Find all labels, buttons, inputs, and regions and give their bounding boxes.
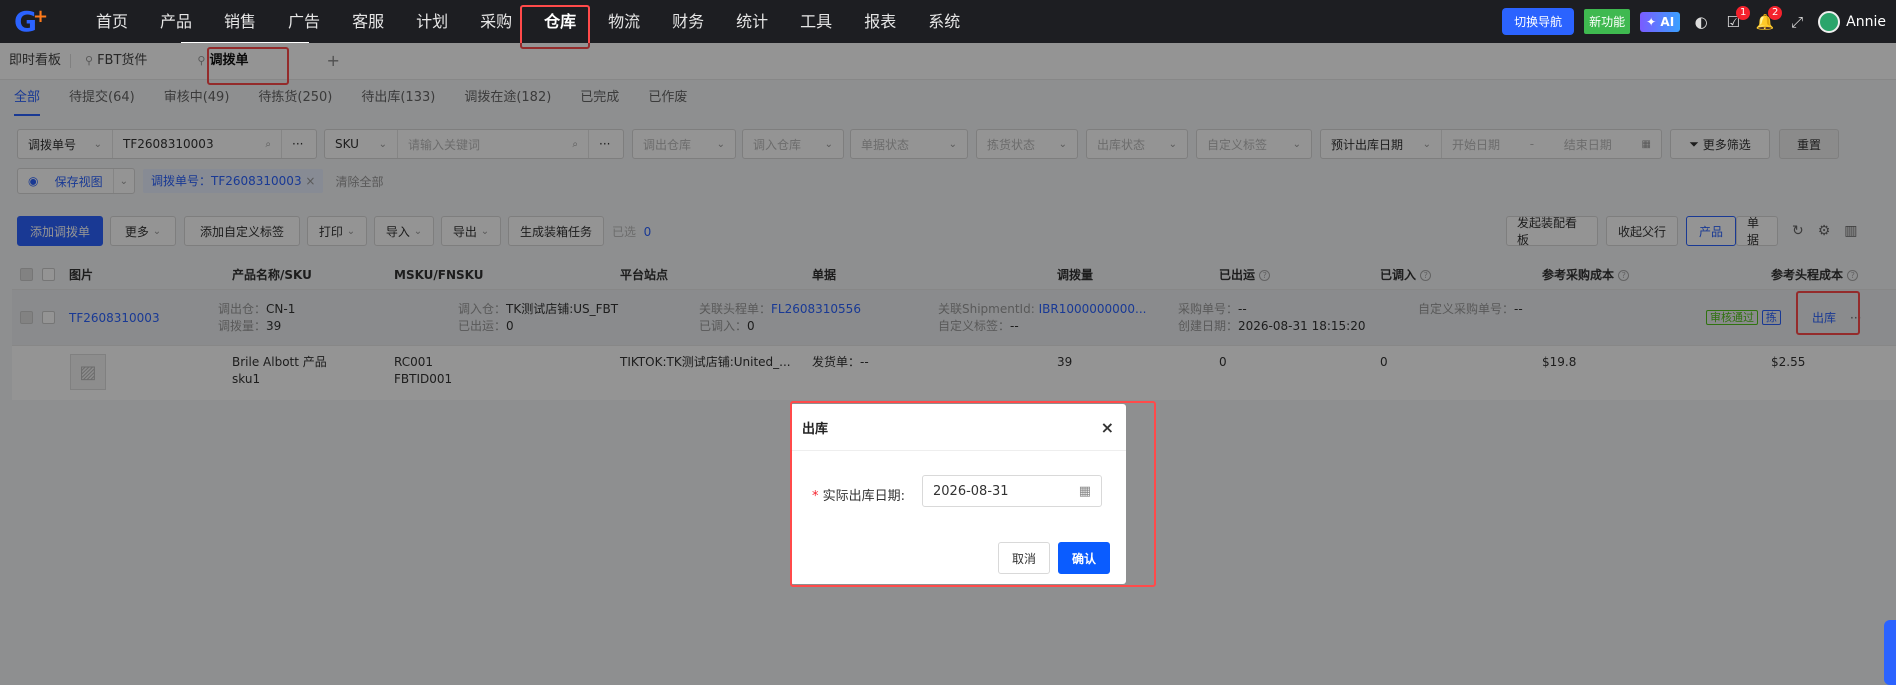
nav-item[interactable]: 工具	[784, 0, 848, 43]
nav-item[interactable]: 采购	[464, 0, 528, 43]
outbound-date-input[interactable]: 2026-08-31 ▦	[922, 475, 1102, 507]
modal-overlay[interactable]	[0, 43, 1896, 685]
nav-item[interactable]: 首页	[80, 0, 144, 43]
confirm-label: 确认	[1071, 551, 1096, 566]
nav-item[interactable]: 广告	[272, 0, 336, 43]
task-badge: 1	[1736, 5, 1751, 20]
outbound-modal: 出库 × * 实际出库日期: 2026-08-31 ▦ 取消 确认	[790, 404, 1126, 584]
nav-item[interactable]: 统计	[720, 0, 784, 43]
logo-plus-icon: +	[32, 6, 49, 27]
new-feature-button[interactable]: 新功能	[1584, 9, 1631, 34]
modal-footer: 取消 确认	[997, 542, 1110, 574]
outbound-date-value: 2026-08-31	[933, 483, 1009, 499]
modal-title: 出库	[802, 421, 829, 437]
user-menu[interactable]: Annie	[1818, 10, 1886, 33]
nav-item[interactable]: 仓库	[528, 0, 592, 43]
calendar-icon: ▦	[1078, 483, 1091, 499]
bell-icon[interactable]: 🔔 2	[1754, 5, 1783, 31]
switch-nav-button[interactable]: 切换导航	[1502, 8, 1575, 35]
logo[interactable]: G +	[0, 0, 62, 43]
nav-item[interactable]: 客服	[336, 0, 400, 43]
ai-button[interactable]: ✦ AI	[1640, 11, 1681, 32]
top-nav: G + 首页 产品 销售 广告 客服 计划 采购 仓库 物流 财务 统计 工具 报表 系统 切换导航 新功能…	[0, 0, 1896, 43]
confirm-button[interactable]: 确认	[1057, 542, 1110, 574]
nav-item[interactable]: 系统	[912, 0, 976, 43]
nav-item[interactable]: 报表	[848, 0, 912, 43]
help-icon[interactable]: ◐	[1690, 13, 1712, 31]
task-icon[interactable]: ☑ 1	[1722, 5, 1751, 31]
fullscreen-icon[interactable]: ⤢	[1786, 13, 1808, 31]
main-menu: 首页 产品 销售 广告 客服 计划 采购 仓库 物流 财务 统计 工具 报表 系统	[80, 0, 976, 43]
bell-badge: 2	[1768, 5, 1783, 20]
cancel-label: 取消	[1011, 551, 1036, 566]
close-icon[interactable]: ×	[1101, 418, 1114, 437]
required-mark: *	[812, 489, 819, 504]
nav-item[interactable]: 物流	[592, 0, 656, 43]
top-right-tools: 切换导航 新功能 ✦ AI ◐ ☑ 1 🔔 2 ⤢ Annie	[1502, 0, 1886, 43]
user-name: Annie	[1846, 13, 1886, 30]
ai-label: AI	[1660, 14, 1675, 29]
nav-item[interactable]: 计划	[400, 0, 464, 43]
nav-item[interactable]: 产品	[144, 0, 208, 43]
date-label: * 实际出库日期:	[812, 489, 906, 504]
logo-text: G	[13, 5, 37, 38]
modal-header: 出库 ×	[790, 404, 1126, 451]
nav-item[interactable]: 销售	[208, 0, 272, 43]
avatar	[1818, 10, 1841, 33]
modal-body: * 实际出库日期: 2026-08-31 ▦	[790, 451, 1126, 536]
nav-item[interactable]: 财务	[656, 0, 720, 43]
float-help-button[interactable]	[1884, 620, 1896, 685]
date-label-text: 实际出库日期	[822, 489, 901, 504]
cancel-button[interactable]: 取消	[997, 542, 1050, 574]
